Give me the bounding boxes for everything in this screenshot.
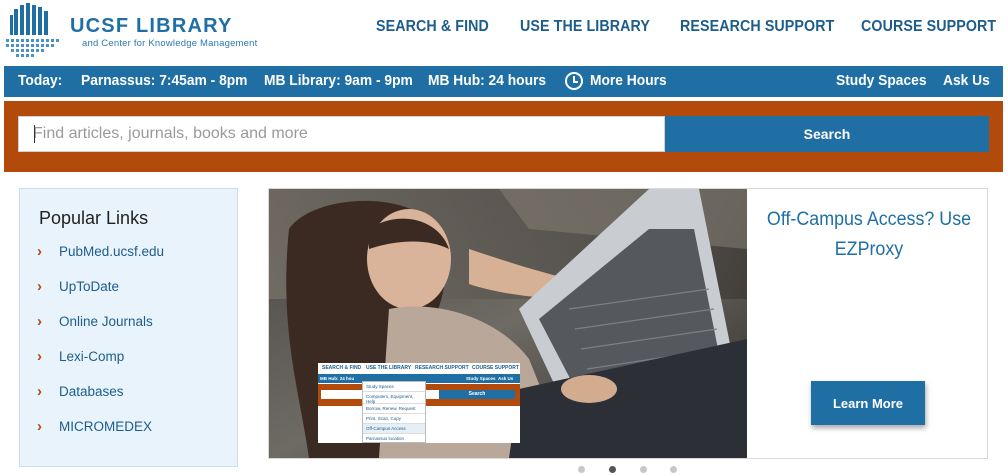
inset-dropdown-item: Parnassus location — [366, 436, 405, 441]
carousel-dot-4[interactable] — [670, 466, 677, 473]
clock-icon[interactable] — [565, 72, 583, 90]
parnassus-hours[interactable]: Parnassus: 7:45am - 8pm — [81, 72, 247, 89]
search-input[interactable] — [18, 116, 665, 152]
nav-search-find[interactable]: SEARCH & FIND — [376, 18, 489, 36]
chevron-right-icon: › — [37, 243, 42, 260]
chevron-right-icon: › — [37, 418, 42, 435]
inset-nav-item: RESEARCH SUPPORT — [415, 365, 469, 371]
featured-carousel: SEARCH & FIND USE THE LIBRARY RESEARCH S… — [268, 188, 988, 459]
learn-more-button[interactable]: Learn More — [811, 381, 925, 425]
main-nav: SEARCH & FIND USE THE LIBRARY RESEARCH S… — [0, 18, 1008, 38]
popular-link-micromedex[interactable]: › MICROMEDEX — [37, 418, 152, 435]
mb-hub-hours[interactable]: MB Hub: 24 hours — [428, 72, 546, 89]
inset-hours: MB Hub: 24 hou — [320, 376, 355, 381]
popular-link-uptodate[interactable]: › UpToDate — [37, 278, 119, 295]
inset-dropdown-item-highlighted: Off-Campus Access — [363, 424, 425, 434]
nav-research-support[interactable]: RESEARCH SUPPORT — [680, 18, 834, 36]
carousel-dots — [578, 466, 678, 475]
inset-nav-item: USE THE LIBRARY — [366, 365, 412, 371]
hours-bar: Today: Parnassus: 7:45am - 8pm MB Librar… — [4, 66, 1003, 97]
nav-course-support[interactable]: COURSE SUPPORT — [861, 18, 996, 36]
carousel-dot-1[interactable] — [578, 466, 585, 473]
popular-link-label[interactable]: Lexi-Comp — [59, 349, 124, 364]
search-button[interactable]: Search — [665, 116, 989, 152]
chevron-right-icon: › — [37, 313, 42, 330]
chevron-right-icon: › — [37, 348, 42, 365]
popular-link-databases[interactable]: › Databases — [37, 383, 124, 400]
popular-link-label[interactable]: Databases — [59, 384, 124, 399]
inset-nav-item: COURSE SUPPORT — [472, 365, 519, 371]
popular-link-pubmed[interactable]: › PubMed.ucsf.edu — [37, 243, 164, 260]
inset-site-screenshot: SEARCH & FIND USE THE LIBRARY RESEARCH S… — [318, 363, 520, 443]
mb-library-hours[interactable]: MB Library: 9am - 9pm — [264, 72, 413, 89]
more-hours-link[interactable]: More Hours — [590, 72, 667, 89]
text-cursor — [34, 125, 35, 143]
popular-link-label[interactable]: PubMed.ucsf.edu — [59, 244, 164, 259]
today-label: Today: — [18, 72, 63, 89]
popular-link-online-journals[interactable]: › Online Journals — [37, 313, 153, 330]
ask-us-link[interactable]: Ask Us — [943, 72, 990, 89]
inset-dropdown: Study Spaces Computers, Equipment, Help … — [362, 381, 426, 443]
inset-search-button: Search — [439, 390, 515, 399]
popular-link-lexi-comp[interactable]: › Lexi-Comp — [37, 348, 124, 365]
popular-link-label[interactable]: MICROMEDEX — [59, 419, 152, 434]
popular-link-label[interactable]: Online Journals — [59, 314, 153, 329]
inset-study-spaces: Study Spaces — [466, 376, 496, 381]
study-spaces-link[interactable]: Study Spaces — [836, 72, 927, 89]
inset-dropdown-item: Study Spaces — [363, 382, 425, 392]
carousel-dot-3[interactable] — [640, 466, 647, 473]
inset-dropdown-item: Print, Scan, Copy — [363, 414, 425, 424]
popular-links-heading: Popular Links — [39, 208, 149, 228]
carousel-dot-2[interactable] — [609, 466, 616, 473]
nav-use-the-library[interactable]: USE THE LIBRARY — [520, 18, 650, 36]
inset-nav-item: SEARCH & FIND — [322, 365, 362, 371]
chevron-right-icon: › — [37, 278, 42, 295]
inset-dropdown-item: Borrow, Renew, Request — [363, 404, 425, 414]
slide-photo[interactable]: SEARCH & FIND USE THE LIBRARY RESEARCH S… — [269, 189, 747, 458]
popular-link-label[interactable]: UpToDate — [59, 279, 119, 294]
inset-ask-us: Ask Us — [498, 376, 514, 381]
search-band: Search — [4, 101, 1003, 172]
inset-dropdown-item: Computers, Equipment, Help — [363, 392, 425, 404]
logo-subtitle: and Center for Knowledge Management — [82, 38, 258, 49]
chevron-right-icon: › — [37, 383, 42, 400]
popular-links-panel: Popular Links › PubMed.ucsf.edu › UpToDate… — [19, 188, 238, 467]
site-header: UCSF LIBRARY and Center for Knowledge Ma… — [0, 0, 1008, 66]
slide-title[interactable]: Off-Campus Access? Use EZProxy — [766, 205, 973, 265]
